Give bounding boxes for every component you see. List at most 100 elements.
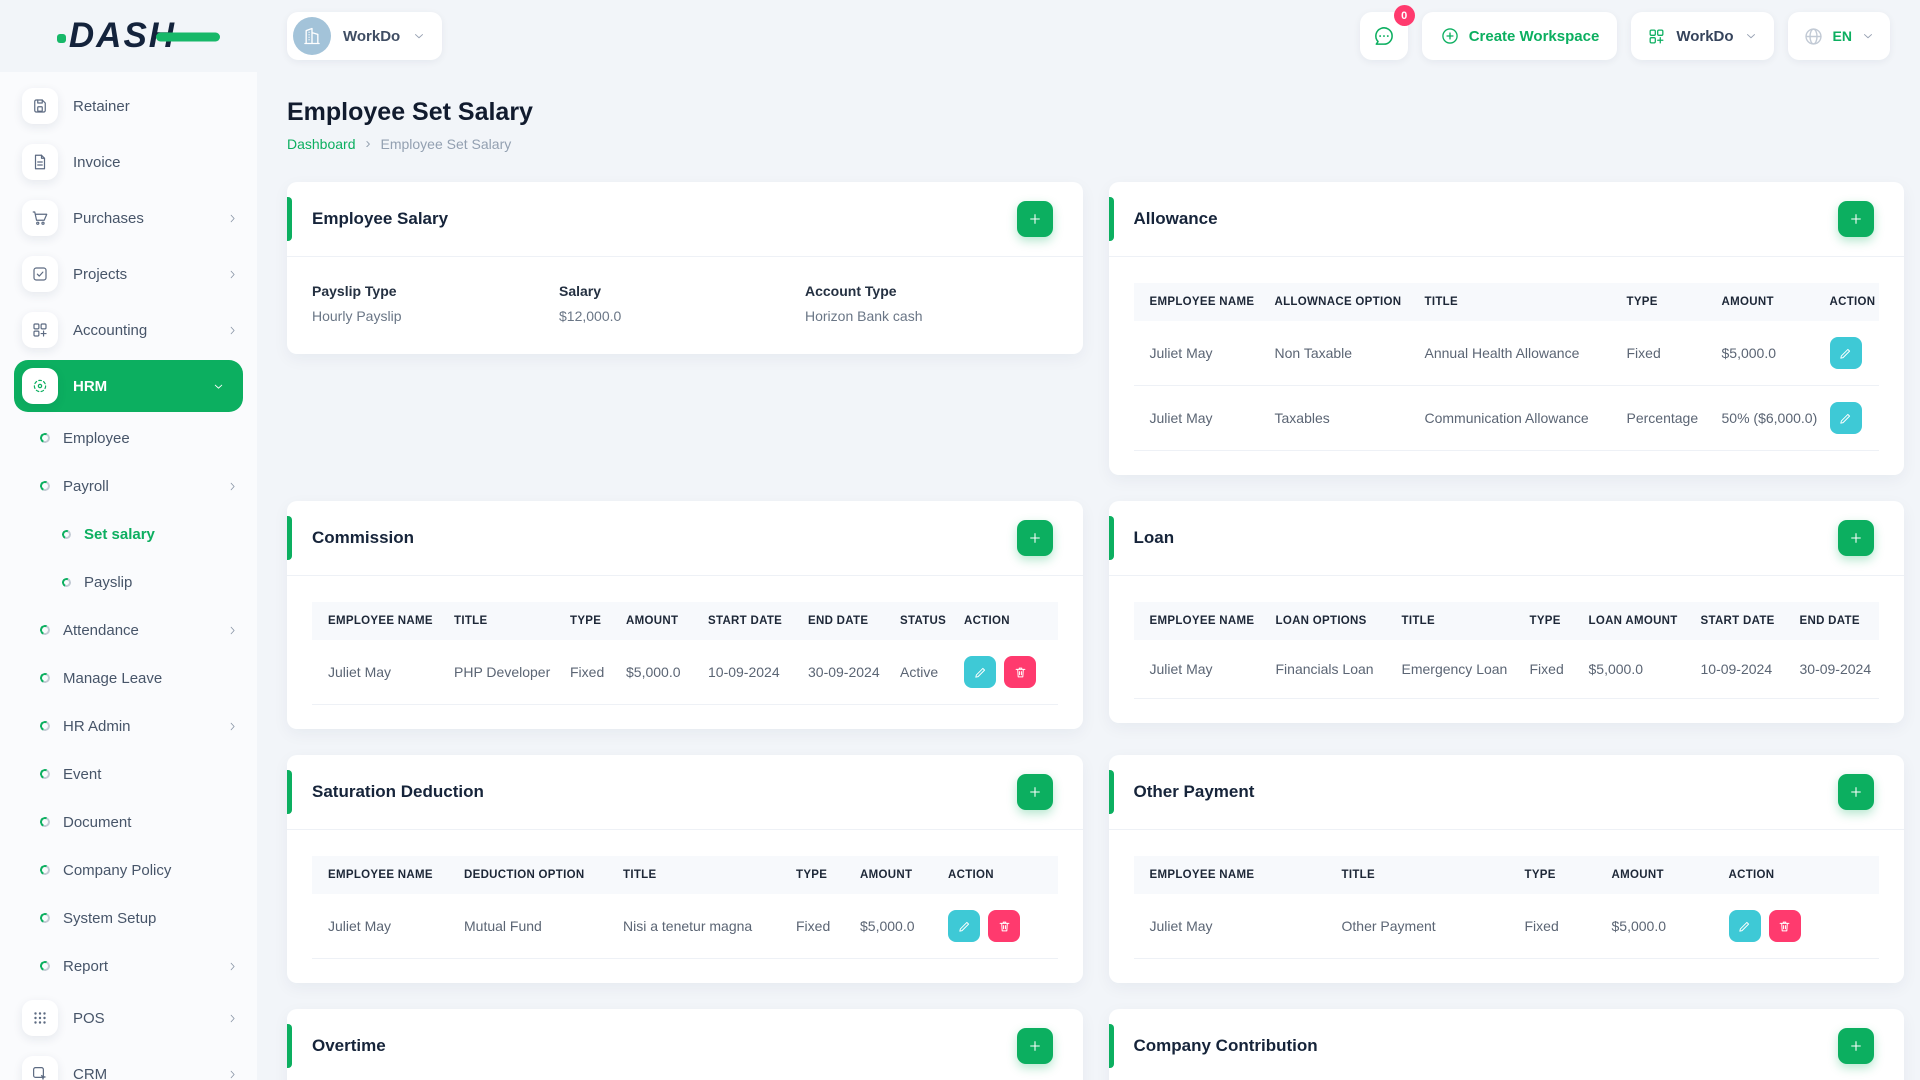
add-overtime-button[interactable] (1016, 1028, 1053, 1064)
sidebar-item-purchases[interactable]: Purchases (0, 190, 257, 246)
bullet-icon (38, 911, 52, 925)
sidebar-item-crm[interactable]: CRM (0, 1046, 257, 1080)
table-header-row: EMPLOYEE NAME DEDUCTION OPTION TITLE TYPE AM… (312, 856, 1058, 894)
edit-button[interactable] (964, 656, 996, 688)
language-selector[interactable]: EN (1787, 12, 1890, 60)
edit-button[interactable] (1829, 337, 1862, 369)
sidebar-item-event[interactable]: Event (0, 750, 257, 798)
sidebar-item-attendance[interactable]: Attendance (0, 606, 257, 654)
add-company-contribution-button[interactable] (1838, 1028, 1874, 1064)
chevron-right-icon (226, 212, 239, 225)
topbar: DASH WorkDo 0 Create Workspace WorkDo EN (0, 0, 1920, 72)
workdo-menu-label: WorkDo (1676, 27, 1734, 45)
sidebar-item-label: Payroll (63, 477, 109, 495)
action-cell (1813, 321, 1879, 386)
sidebar-item-set-salary[interactable]: Set salary (0, 510, 257, 558)
plus-icon (1027, 1038, 1043, 1054)
column-header: AMOUNT (844, 856, 932, 894)
add-other-payment-button[interactable] (1838, 774, 1874, 810)
edit-button[interactable] (1728, 910, 1761, 942)
column-header: LOAN AMOUNT (1572, 602, 1685, 640)
cell: Financials Loan (1259, 640, 1386, 699)
column-header: TITLE (1408, 283, 1611, 321)
sidebar-item-label: Report (63, 957, 109, 975)
add-allowance-button[interactable] (1838, 201, 1874, 237)
sidebar-item-hrm[interactable]: HRM (14, 360, 243, 412)
sidebar-item-retainer[interactable]: Retainer (0, 78, 257, 134)
page-title: Employee Set Salary (287, 98, 533, 126)
chevron-down-icon (1744, 29, 1758, 43)
cell: PHP Developer (438, 640, 554, 705)
chevron-right-icon (226, 960, 239, 973)
sidebar-item-company-policy[interactable]: Company Policy (0, 846, 257, 894)
sidebar-item-hr-admin[interactable]: HR Admin (0, 702, 257, 750)
field-label: Payslip Type (312, 283, 397, 299)
sidebar-item-pos[interactable]: POS (0, 990, 257, 1046)
table-header-row: EMPLOYEE NAME TITLE TYPE AMOUNT START DATE EN… (312, 602, 1058, 640)
purchases-icon (22, 200, 58, 236)
delete-button[interactable] (1768, 910, 1801, 942)
breadcrumb-dashboard-link[interactable]: Dashboard (287, 136, 356, 152)
workdo-menu-button[interactable]: WorkDo (1631, 12, 1774, 60)
sidebar-item-accounting[interactable]: Accounting (0, 302, 257, 358)
commission-card: Commission EMPLOYEE NAME TITLE TYPE AMOUNT S… (287, 501, 1083, 729)
delete-button[interactable] (988, 910, 1020, 942)
cell: Percentage (1610, 385, 1706, 451)
sidebar-item-label: Employee (63, 429, 130, 447)
edit-button[interactable] (1829, 402, 1862, 434)
column-header: TYPE (1508, 856, 1596, 894)
sidebar-item-projects[interactable]: Projects (0, 246, 257, 302)
crm-icon (22, 1056, 58, 1080)
accounting-icon (22, 312, 58, 348)
allowance-table: EMPLOYEE NAME ALLOWNACE OPTION TITLE TYPE AM… (1133, 283, 1879, 451)
retainer-icon (22, 88, 58, 124)
card-header: Saturation Deduction (287, 755, 1083, 830)
cell: Fixed (1610, 321, 1706, 386)
card-header: Company Contribution (1108, 1009, 1905, 1080)
cell: Juliet May (1133, 385, 1259, 451)
card-header: Employee Salary (287, 182, 1083, 257)
sidebar-item-document[interactable]: Document (0, 798, 257, 846)
action-cell (932, 894, 1058, 959)
edit-button[interactable] (948, 910, 980, 942)
cell: $5,000.0 (844, 894, 932, 959)
create-workspace-label: Create Workspace (1468, 27, 1600, 45)
breadcrumb-separator: › (365, 135, 371, 152)
sidebar-item-payslip[interactable]: Payslip (0, 558, 257, 606)
loan-card: Loan EMPLOYEE NAME LOAN OPTIONS TITLE TYPE L… (1108, 501, 1904, 723)
column-header: START DATE (692, 602, 792, 640)
sidebar-item-manage-leave[interactable]: Manage Leave (0, 654, 257, 702)
add-loan-button[interactable] (1838, 520, 1874, 556)
dash-logo[interactable]: DASH (56, 16, 221, 56)
sidebar-item-system-setup[interactable]: System Setup (0, 894, 257, 942)
cell: Juliet May (1133, 321, 1259, 386)
field-value: Horizon Bank cash (805, 308, 923, 324)
add-commission-button[interactable] (1016, 520, 1053, 556)
messages-button[interactable]: 0 (1359, 5, 1415, 60)
building-icon (293, 17, 331, 55)
column-header: END DATE (792, 602, 884, 640)
breadcrumb-current: Employee Set Salary (380, 135, 512, 152)
sidebar-item-invoice[interactable]: Invoice (0, 134, 257, 190)
sidebar-item-label: HRM (73, 377, 108, 395)
sidebar-item-label: Retainer (73, 97, 130, 115)
topbar-actions: 0 Create Workspace WorkDo EN (1359, 5, 1890, 60)
sidebar-item-label: Company Policy (63, 861, 172, 879)
plus-icon (1848, 784, 1864, 800)
add-saturation-deduction-button[interactable] (1016, 774, 1053, 810)
sidebar-item-report[interactable]: Report (0, 942, 257, 990)
employee-salary-fields: Payslip Type Hourly Payslip Salary $12,0… (287, 257, 1083, 354)
delete-button[interactable] (1004, 656, 1036, 688)
column-header: EMPLOYEE NAME (312, 856, 448, 894)
card-title: Other Payment (1133, 782, 1255, 801)
workspace-selector[interactable]: WorkDo (287, 12, 443, 60)
cell: Emergency Loan (1385, 640, 1514, 699)
cell: 10-09-2024 (1684, 640, 1784, 699)
sidebar-item-employee[interactable]: Employee (0, 414, 257, 462)
add-employee-salary-button[interactable] (1016, 201, 1053, 237)
create-workspace-button[interactable]: Create Workspace (1421, 12, 1618, 60)
sidebar-item-payroll[interactable]: Payroll (0, 462, 257, 510)
cell: 30-09-2024 (1783, 640, 1879, 699)
column-header: ACTION (932, 856, 1058, 894)
action-cell (1813, 385, 1879, 451)
